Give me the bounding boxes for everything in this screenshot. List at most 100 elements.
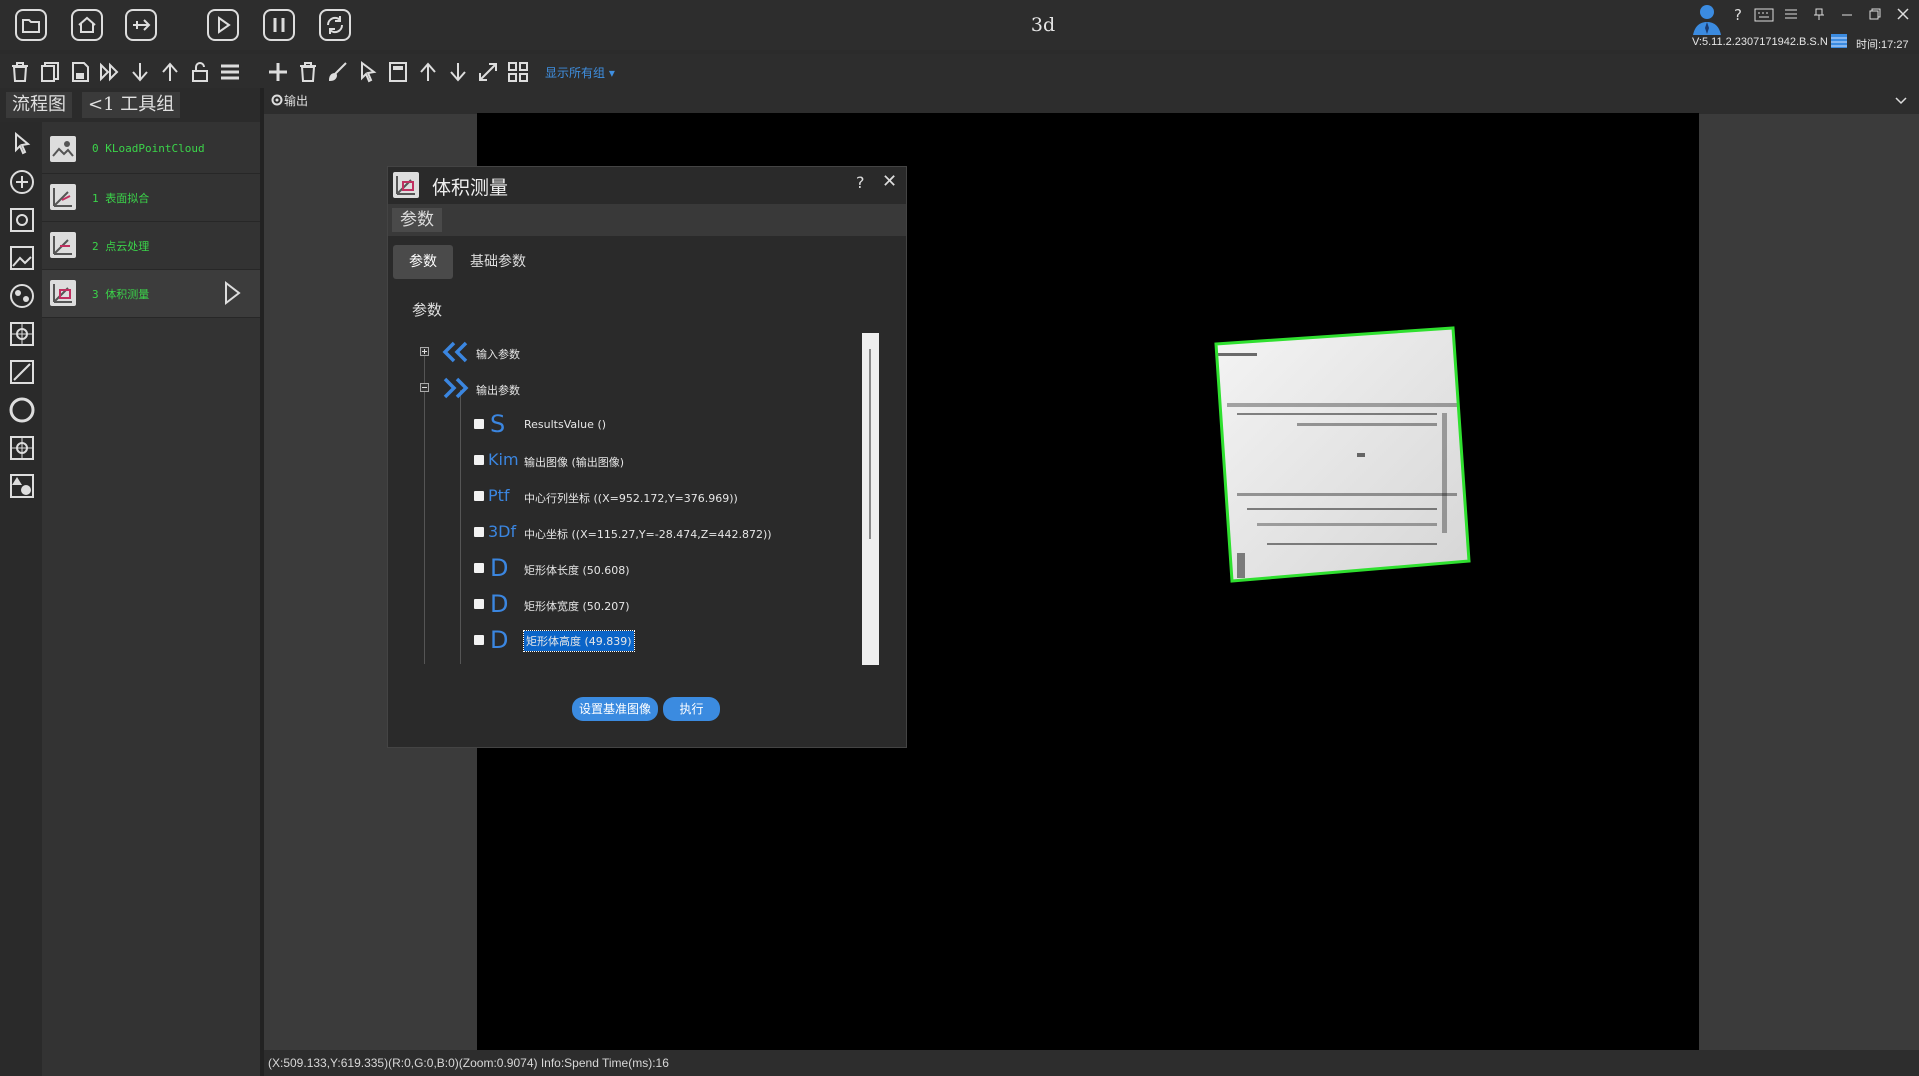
delete-icon[interactable]	[8, 60, 32, 84]
tree-scrollbar[interactable]	[862, 333, 879, 665]
checkbox[interactable]	[474, 455, 484, 465]
line-tool-icon[interactable]	[8, 358, 36, 386]
param-tree: 输入参数 输出参数 S ResultsValue () Kim 输出图像 (输出…	[410, 332, 868, 664]
circle-tool-icon[interactable]	[8, 396, 36, 424]
shapes-tool-icon[interactable]	[8, 472, 36, 500]
double-chevron-left-icon	[440, 340, 470, 364]
arrow-down-icon[interactable]	[128, 60, 152, 84]
help-icon[interactable]: ?	[1734, 6, 1742, 24]
tab-params[interactable]: 参数	[393, 245, 453, 279]
tree-item-label: ResultsValue ()	[524, 418, 607, 431]
tree-group-output[interactable]: 输出参数	[410, 374, 868, 402]
unlock-icon[interactable]	[188, 60, 212, 84]
tree-item[interactable]: S ResultsValue ()	[410, 410, 868, 438]
tab-tool-group[interactable]: <1 工具组	[82, 92, 181, 118]
image-source-tool-icon[interactable]	[8, 206, 36, 234]
dialog-close-icon[interactable]: ✕	[882, 171, 897, 192]
move-down-icon[interactable]	[446, 60, 470, 84]
tree-item-label: 中心行列坐标 ((X=952.172,Y=376.969))	[524, 492, 738, 505]
dialog-help-icon[interactable]: ?	[856, 173, 865, 192]
type-prefix: 3Df	[488, 522, 517, 541]
type-prefix: S	[490, 410, 506, 438]
flow-node[interactable]: 0 KLoadPointCloud	[42, 126, 260, 174]
grid-icon[interactable]	[506, 60, 530, 84]
menu-icon[interactable]	[1784, 7, 1798, 21]
image-process-tool-icon[interactable]	[8, 244, 36, 272]
output-params-label: 输出参数	[476, 384, 520, 397]
checkbox[interactable]	[474, 599, 484, 609]
version-label: V:5.11.2.2307171942.B.S.N	[1692, 36, 1828, 48]
checkbox[interactable]	[474, 491, 484, 501]
save-icon[interactable]	[68, 60, 92, 84]
flow-node-label: 3 体积测量	[92, 288, 150, 301]
user-avatar-icon[interactable]	[1690, 2, 1724, 36]
tree-group-input[interactable]: 输入参数	[410, 338, 868, 366]
brush-icon[interactable]	[326, 60, 350, 84]
calculator-icon[interactable]	[386, 60, 410, 84]
tree-item[interactable]: 3Df 中心坐标 ((X=115.27,Y=-28.474,Z=442.872)…	[410, 518, 868, 546]
list-icon[interactable]	[218, 60, 242, 84]
usb-connect-icon[interactable]	[124, 8, 158, 42]
execute-button[interactable]: 执行	[663, 697, 720, 721]
input-params-label: 输入参数	[476, 348, 520, 361]
expand-plus-icon[interactable]	[420, 347, 429, 356]
chevron-down-icon[interactable]	[1894, 94, 1908, 108]
restore-icon[interactable]	[1868, 7, 1882, 21]
locate-tool-icon[interactable]	[8, 320, 36, 348]
checkbox[interactable]	[474, 419, 484, 429]
viewer-header: 输出	[264, 88, 1919, 114]
tree-item[interactable]: Kim 输出图像 (输出图像)	[410, 446, 868, 474]
checkbox[interactable]	[474, 635, 484, 645]
loop-icon[interactable]	[318, 8, 352, 42]
title-bar: 3d ? V:5.11.2.2307171942.B.S.N 时间:17:27	[0, 0, 1919, 51]
home-icon[interactable]	[70, 8, 104, 42]
params-heading: 参数	[412, 301, 443, 319]
run-icon[interactable]	[206, 8, 240, 42]
add-icon[interactable]	[266, 60, 290, 84]
arrow-up-icon[interactable]	[158, 60, 182, 84]
left-tabs: 流程图 <1 工具组	[0, 88, 264, 122]
status-bar: (X:509.133,Y:619.335)(R:0,G:0,B:0)(Zoom:…	[264, 1050, 1919, 1076]
tree-item-selected[interactable]: D 矩形体高度 (49.839)	[410, 626, 868, 654]
checkbox[interactable]	[474, 563, 484, 573]
flow-node-label: 0 KLoadPointCloud	[92, 142, 205, 155]
tree-item[interactable]: D 矩形体宽度 (50.207)	[410, 590, 868, 618]
tree-item-label: 输出图像 (输出图像)	[524, 456, 625, 469]
collapse-minus-icon[interactable]	[420, 383, 429, 392]
pointer-tool-icon[interactable]	[8, 130, 36, 158]
volume-measure-icon	[50, 280, 76, 306]
blob-tool-icon[interactable]	[8, 282, 36, 310]
copy-icon[interactable]	[38, 60, 62, 84]
step-icon[interactable]	[98, 60, 122, 84]
tree-item-label: 矩形体宽度 (50.207)	[524, 600, 630, 613]
flow-node[interactable]: 1 表面拟合	[42, 174, 260, 222]
minimize-icon[interactable]	[1840, 7, 1854, 21]
tab-flowchart[interactable]: 流程图	[6, 92, 72, 118]
checkbox[interactable]	[474, 527, 484, 537]
expand-icon[interactable]	[476, 60, 500, 84]
tree-item[interactable]: Ptf 中心行列坐标 ((X=952.172,Y=376.969))	[410, 482, 868, 510]
trash-icon[interactable]	[296, 60, 320, 84]
close-window-icon[interactable]	[1896, 7, 1910, 21]
move-up-icon[interactable]	[416, 60, 440, 84]
tool-strip	[0, 122, 42, 1076]
set-base-image-button[interactable]: 设置基准图像	[572, 697, 658, 721]
run-node-icon[interactable]	[222, 280, 242, 306]
dialog-title-bar[interactable]: 体积测量 ? ✕	[388, 167, 906, 203]
scrollbar-thumb[interactable]	[869, 349, 871, 539]
keyboard-icon[interactable]	[1754, 8, 1774, 22]
show-all-groups-dropdown[interactable]: 显示所有组 ▾	[545, 64, 615, 81]
flow-node[interactable]: 3 体积测量	[42, 270, 260, 318]
volume-measure-icon	[393, 172, 419, 198]
tab-basic-params[interactable]: 基础参数	[454, 245, 542, 279]
pin-icon[interactable]	[1812, 7, 1826, 21]
pause-icon[interactable]	[262, 8, 296, 42]
add-circle-tool-icon[interactable]	[8, 168, 36, 196]
open-folder-icon[interactable]	[14, 8, 48, 42]
volume-measure-dialog: 体积测量 ? ✕ 参数 参数 基础参数 参数 输入参数 输出参数 S Resul…	[387, 166, 907, 748]
flow-node[interactable]: 2 点云处理	[42, 222, 260, 270]
point-cloud-load-icon	[50, 136, 76, 162]
select-pointer-icon[interactable]	[356, 60, 380, 84]
tree-item[interactable]: D 矩形体长度 (50.608)	[410, 554, 868, 582]
measure-tool-icon[interactable]	[8, 434, 36, 462]
